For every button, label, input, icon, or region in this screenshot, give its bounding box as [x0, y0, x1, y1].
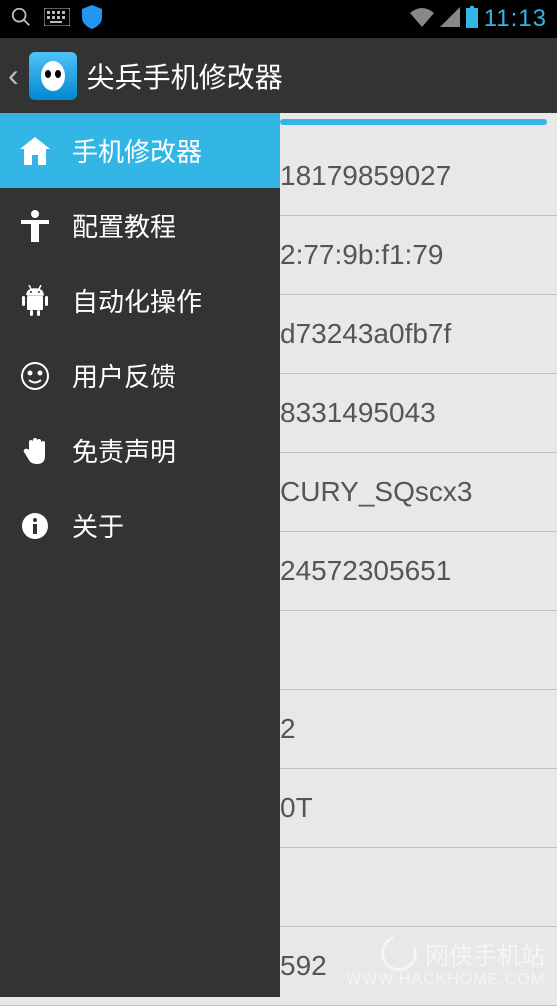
home-icon: [18, 134, 52, 168]
drawer-item-modifier[interactable]: 手机修改器: [0, 113, 280, 188]
hand-icon: [18, 434, 52, 468]
app-header: ‹ 尖兵手机修改器: [0, 38, 557, 113]
back-chevron-icon[interactable]: ‹: [8, 57, 19, 94]
drawer-item-automation[interactable]: 自动化操作: [0, 263, 280, 338]
drawer-item-tutorial[interactable]: 配置教程: [0, 188, 280, 263]
status-right: 11:13: [410, 5, 547, 33]
search-icon: [10, 6, 32, 33]
drawer-item-about[interactable]: 关于: [0, 488, 280, 563]
battery-icon: [466, 6, 478, 33]
app-title: 尖兵手机修改器: [87, 56, 283, 96]
progress-bar: [280, 119, 547, 125]
wifi-icon: [410, 7, 434, 32]
app-icon[interactable]: [29, 52, 77, 100]
shield-icon: [82, 5, 102, 34]
drawer-item-feedback[interactable]: 用户反馈: [0, 338, 280, 413]
drawer-item-disclaimer[interactable]: 免责声明: [0, 413, 280, 488]
keyboard-icon: [44, 8, 70, 31]
status-left: [10, 5, 102, 34]
accessibility-icon: [18, 209, 52, 243]
status-time: 11:13: [484, 5, 547, 33]
info-icon: [18, 509, 52, 543]
drawer-item-label: 自动化操作: [72, 282, 202, 319]
nav-drawer: 手机修改器 配置教程 自动化操作 用户反馈 免责声明 关于: [0, 113, 280, 997]
signal-icon: [440, 7, 460, 32]
drawer-item-label: 关于: [72, 507, 124, 544]
status-bar: 11:13: [0, 0, 557, 38]
face-icon: [18, 359, 52, 393]
android-icon: [18, 284, 52, 318]
drawer-item-label: 免责声明: [72, 432, 176, 469]
drawer-item-label: 手机修改器: [72, 132, 202, 169]
drawer-item-label: 用户反馈: [72, 357, 176, 394]
drawer-item-label: 配置教程: [72, 207, 176, 244]
